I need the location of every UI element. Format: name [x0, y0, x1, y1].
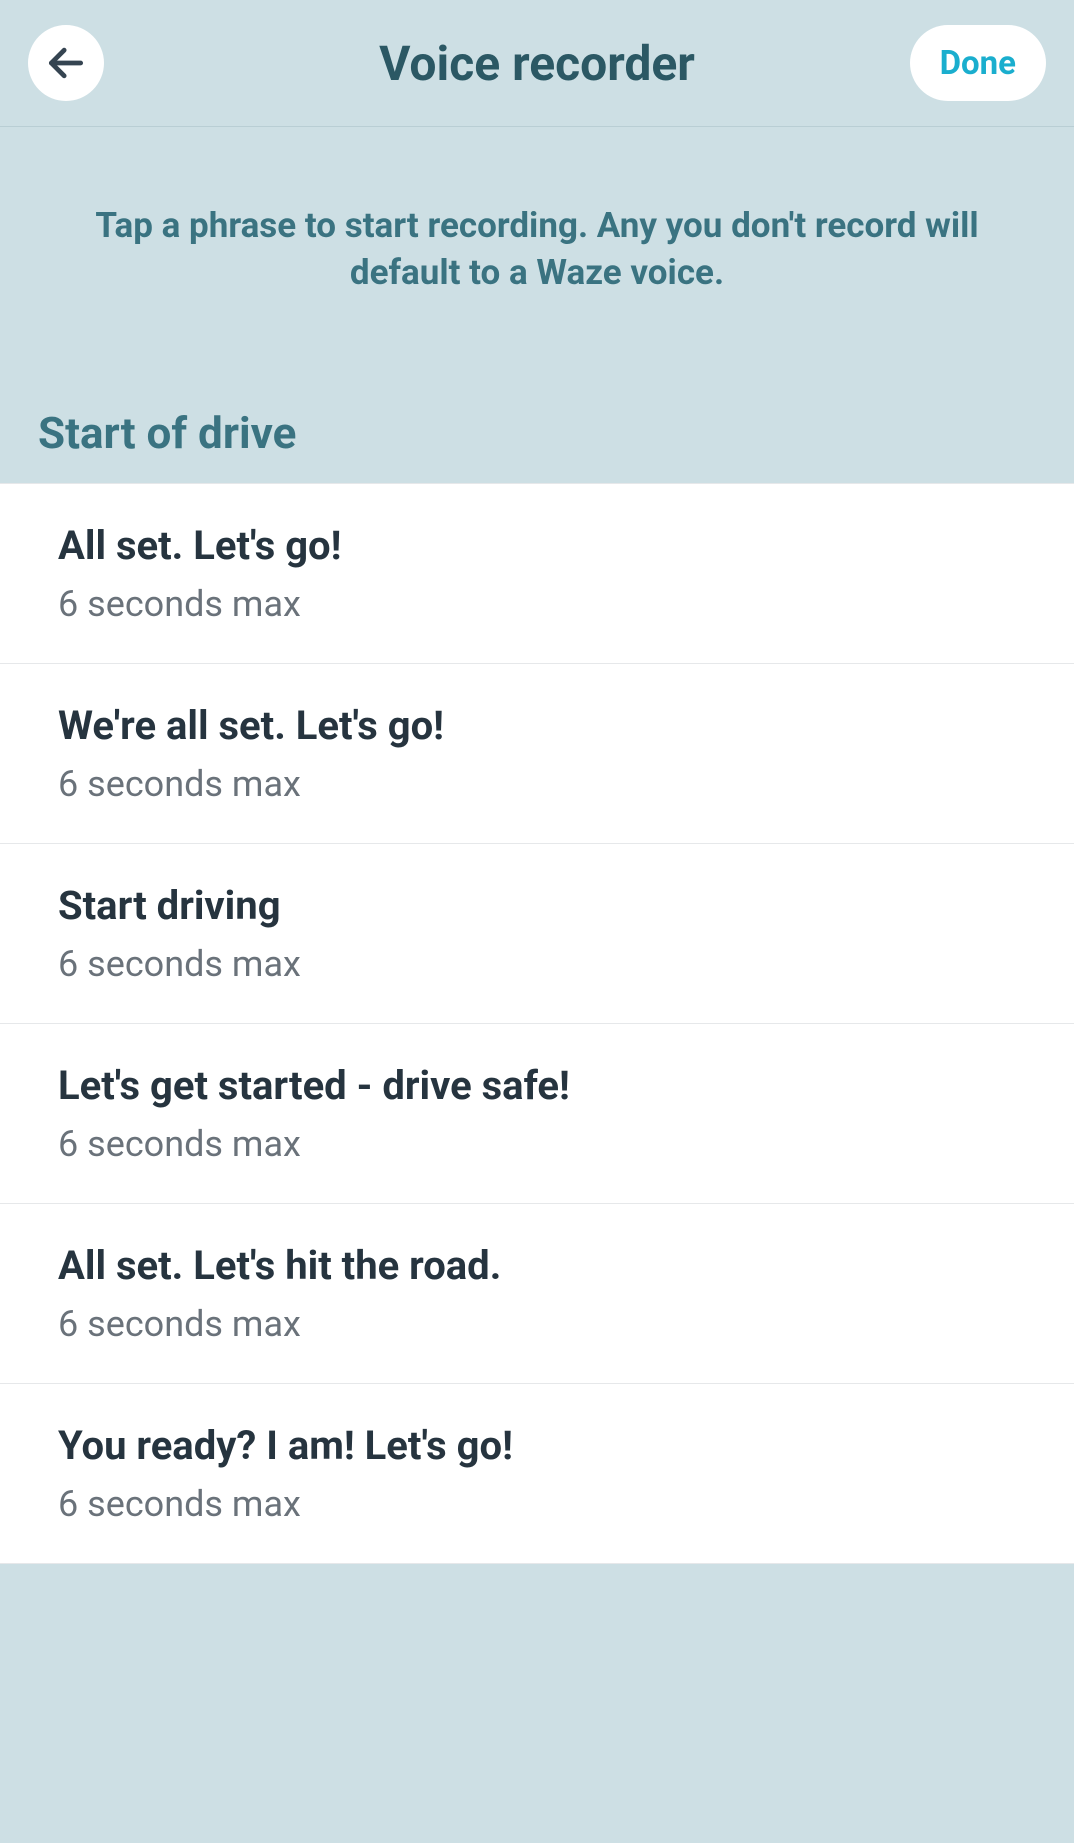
phrase-label: Let's get started - drive safe! — [58, 1062, 1016, 1109]
phrase-row[interactable]: All set. Let's go! 6 seconds max — [0, 483, 1074, 664]
phrase-row[interactable]: We're all set. Let's go! 6 seconds max — [0, 664, 1074, 844]
phrase-row[interactable]: Let's get started - drive safe! 6 second… — [0, 1024, 1074, 1204]
phrase-label: Start driving — [58, 882, 1016, 929]
arrow-left-icon — [44, 41, 88, 85]
phrase-label: We're all set. Let's go! — [58, 702, 1016, 749]
phrase-sub: 6 seconds max — [58, 1303, 1016, 1345]
section-header: Start of drive — [0, 357, 1074, 483]
section-title: Start of drive — [38, 407, 296, 459]
back-button[interactable] — [28, 25, 104, 101]
phrase-row[interactable]: All set. Let's hit the road. 6 seconds m… — [0, 1204, 1074, 1384]
phrase-row[interactable]: Start driving 6 seconds max — [0, 844, 1074, 1024]
phrase-sub: 6 seconds max — [58, 943, 1016, 985]
phrase-label: All set. Let's go! — [58, 522, 1016, 569]
top-bar: Voice recorder Done — [0, 0, 1074, 127]
phrase-label: You ready? I am! Let's go! — [58, 1422, 1016, 1469]
instruction-text: Tap a phrase to start recording. Any you… — [80, 202, 994, 297]
phrase-label: All set. Let's hit the road. — [58, 1242, 1016, 1289]
done-button[interactable]: Done — [910, 25, 1046, 101]
instruction-container: Tap a phrase to start recording. Any you… — [0, 127, 1074, 357]
phrase-sub: 6 seconds max — [58, 1483, 1016, 1525]
page-title: Voice recorder — [379, 35, 695, 92]
done-button-label: Done — [940, 44, 1016, 83]
phrase-list: All set. Let's go! 6 seconds max We're a… — [0, 483, 1074, 1564]
phrase-row[interactable]: You ready? I am! Let's go! 6 seconds max — [0, 1384, 1074, 1564]
phrase-sub: 6 seconds max — [58, 1123, 1016, 1165]
phrase-sub: 6 seconds max — [58, 763, 1016, 805]
phrase-sub: 6 seconds max — [58, 583, 1016, 625]
